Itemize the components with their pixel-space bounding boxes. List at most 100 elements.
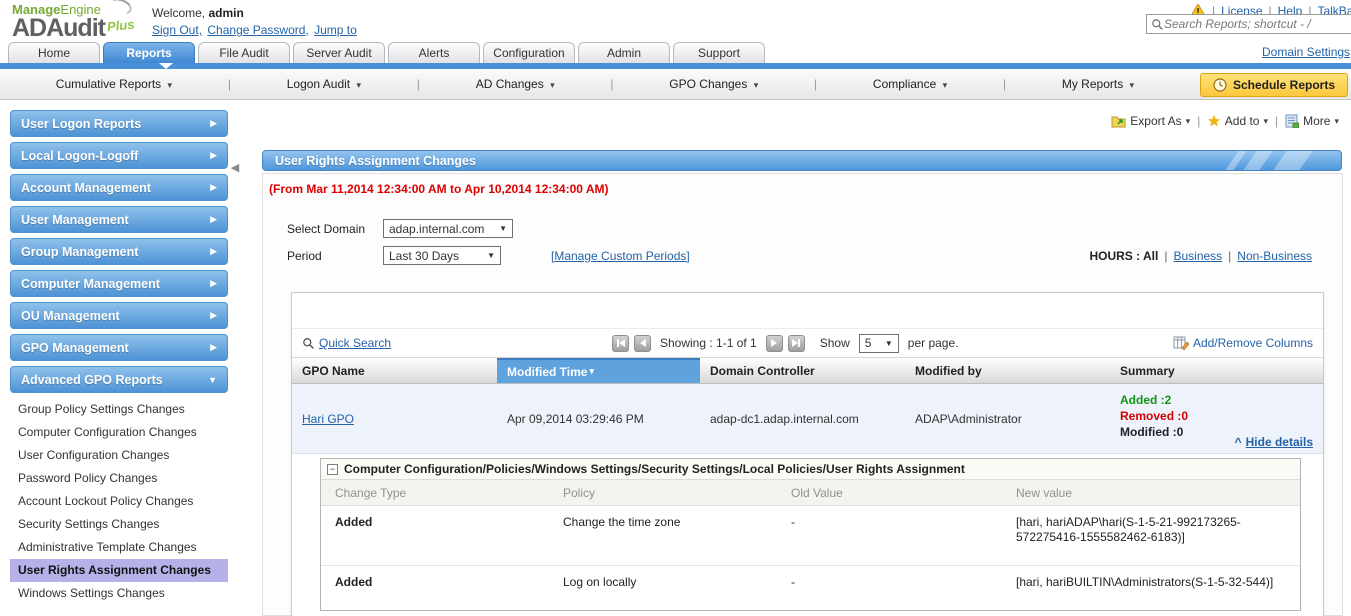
old-value: - — [791, 575, 795, 589]
advanced-gpo-reports-items: Group Policy Settings Changes Computer C… — [10, 398, 228, 605]
hours-non-business-link[interactable]: Non-Business — [1237, 249, 1312, 263]
domain-settings-link[interactable]: Domain Settings — [1262, 45, 1350, 59]
domain-select[interactable]: adap.internal.com ▼ — [383, 219, 513, 238]
star-icon: ★ — [1207, 113, 1221, 130]
gpo-name-link[interactable]: Hari GPO — [302, 412, 354, 426]
product-name: ADAudit — [12, 14, 106, 42]
collapse-minus-icon[interactable]: − — [327, 463, 338, 475]
sidebar-group-group-management[interactable]: Group Management ▶ — [10, 238, 228, 265]
brand-manage: Manage — [12, 2, 61, 17]
hide-details-link[interactable]: Hide details — [1246, 435, 1313, 449]
page-size-select[interactable]: 5 ▼ — [858, 333, 899, 353]
separator: | — [416, 77, 420, 91]
sidebar-item-user-rights-assignment-changes[interactable]: User Rights Assignment Changes — [10, 559, 228, 582]
select-arrow-icon: ▼ — [499, 224, 507, 233]
sidebar-item-security-settings-changes[interactable]: Security Settings Changes — [10, 513, 228, 536]
sidebar-group-advanced-gpo-reports[interactable]: Advanced GPO Reports ▼ — [10, 366, 228, 393]
select-arrow-icon: ▼ — [487, 251, 495, 260]
sidebar-item-windows-settings-changes[interactable]: Windows Settings Changes — [10, 582, 228, 605]
quick-search-link[interactable]: Quick Search — [319, 336, 391, 350]
period-label: Period — [287, 249, 322, 263]
chevron-down-icon: ▾ — [550, 80, 555, 90]
search-icon — [1152, 18, 1163, 30]
more-button[interactable]: More ▾ — [1285, 114, 1339, 128]
sidebar-item-password-policy-changes[interactable]: Password Policy Changes — [10, 467, 228, 490]
add-remove-columns-button[interactable]: Add/Remove Columns — [1173, 336, 1313, 350]
first-page-button[interactable] — [612, 334, 629, 352]
tab-configuration[interactable]: Configuration — [483, 42, 575, 63]
sidebar-group-ou-management[interactable]: OU Management ▶ — [10, 302, 228, 329]
summary-added: Added :2 — [1120, 393, 1172, 407]
sidebar-item-user-configuration-changes[interactable]: User Configuration Changes — [10, 444, 228, 467]
tab-support[interactable]: Support — [673, 42, 765, 63]
search-reports-input[interactable] — [1164, 17, 1344, 31]
hours-all-label: HOURS : All — [1089, 249, 1159, 263]
document-icon — [1285, 114, 1300, 128]
tab-server-audit[interactable]: Server Audit — [293, 42, 385, 63]
next-page-button[interactable] — [765, 334, 783, 352]
sort-descending-icon: ▾ — [589, 366, 594, 376]
arrow-down-icon: ▼ — [208, 374, 217, 385]
sidebar-group-computer-management[interactable]: Computer Management ▶ — [10, 270, 228, 297]
column-header-domain-controller[interactable]: Domain Controller — [700, 358, 905, 383]
tab-alerts[interactable]: Alerts — [388, 42, 480, 63]
report-content-panel: (From Mar 11,2014 12:34:00 AM to Apr 10,… — [262, 173, 1343, 616]
menu-logon-audit[interactable]: Logon Audit ▾ — [287, 77, 361, 91]
tab-home[interactable]: Home — [8, 42, 100, 63]
reports-menu-bar: Cumulative Reports ▾ | Logon Audit ▾ | A… — [0, 69, 1351, 100]
separator: | — [1228, 249, 1232, 263]
sidebar-group-user-management[interactable]: User Management ▶ — [10, 206, 228, 233]
tab-admin[interactable]: Admin — [578, 42, 670, 63]
report-grid-panel: Quick Search Showing : 1-1 of 1 Show 5 ▼ — [291, 292, 1324, 616]
sidebar-group-user-logon-reports[interactable]: User Logon Reports ▶ — [10, 110, 228, 137]
sidebar-group-account-management[interactable]: Account Management ▶ — [10, 174, 228, 201]
period-select[interactable]: Last 30 Days ▼ — [383, 246, 501, 265]
sidebar-group-gpo-management[interactable]: GPO Management ▶ — [10, 334, 228, 361]
details-row: Added Change the time zone - [hari, hari… — [321, 506, 1300, 566]
show-label: Show — [819, 336, 850, 350]
main-content: Export As ▾ | ★ Add to ▾ | More ▾ User R… — [260, 104, 1351, 616]
menu-compliance[interactable]: Compliance ▾ — [873, 77, 947, 91]
hours-filter: HOURS : All | Business | Non-Business — [1089, 249, 1312, 263]
chevron-down-icon: ▾ — [1129, 80, 1135, 90]
separator: | — [1197, 114, 1201, 128]
details-column-old-value: Old Value — [791, 485, 843, 500]
change-password-link[interactable]: Change Password, — [207, 23, 308, 37]
showing-label: Showing : 1-1 of 1 — [660, 336, 757, 350]
adaudit-plus-page: ManageEngine ADAuditPlus Welcome, admin … — [0, 0, 1351, 616]
column-header-modified-time[interactable]: Modified Time ▾ — [497, 358, 700, 383]
details-row: Added Log on locally - [hari, hariBUILTI… — [321, 566, 1300, 610]
tab-file-audit[interactable]: File Audit — [198, 42, 290, 63]
search-box — [1146, 14, 1351, 34]
jump-to-link[interactable]: Jump to — [314, 23, 357, 37]
sidebar-item-account-lockout-policy-changes[interactable]: Account Lockout Policy Changes — [10, 490, 228, 513]
sign-out-link[interactable]: Sign Out, — [152, 23, 202, 37]
manage-custom-periods-link[interactable]: [Manage Custom Periods] — [551, 249, 690, 263]
column-header-summary[interactable]: Summary — [1110, 358, 1323, 383]
column-header-gpo-name[interactable]: GPO Name — [292, 358, 497, 383]
menu-ad-changes[interactable]: AD Changes ▾ — [476, 77, 555, 91]
modified-time-value: Apr 09,2014 03:29:46 PM — [507, 412, 644, 426]
sidebar-collapse-handle[interactable]: ◀ — [229, 152, 241, 182]
last-page-button[interactable] — [787, 334, 805, 352]
hours-business-link[interactable]: Business — [1173, 249, 1222, 263]
menu-gpo-changes[interactable]: GPO Changes ▾ — [669, 77, 758, 91]
change-type-value: Added — [335, 515, 373, 529]
tab-reports[interactable]: Reports — [103, 42, 195, 63]
clock-icon — [1213, 78, 1227, 92]
report-actions-toolbar: Export As ▾ | ★ Add to ▾ | More ▾ — [1111, 112, 1339, 130]
sidebar-item-administrative-template-changes[interactable]: Administrative Template Changes — [10, 536, 228, 559]
previous-page-button[interactable] — [634, 334, 651, 352]
sidebar-item-group-policy-settings-changes[interactable]: Group Policy Settings Changes — [10, 398, 228, 421]
sidebar-group-local-logon-logoff[interactable]: Local Logon-Logoff ▶ — [10, 142, 228, 169]
separator: | — [1002, 77, 1007, 91]
schedule-reports-button[interactable]: Schedule Reports — [1199, 73, 1348, 97]
new-value: [hari, hariBUILTIN\Administrators(S-1-5-… — [1016, 575, 1274, 589]
menu-my-reports[interactable]: My Reports ▾ — [1062, 77, 1134, 91]
column-header-modified-by[interactable]: Modified by — [905, 358, 1110, 383]
export-as-button[interactable]: Export As ▾ — [1111, 114, 1190, 128]
chevron-down-icon: ▾ — [753, 80, 759, 90]
menu-cumulative-reports[interactable]: Cumulative Reports ▾ — [56, 77, 172, 91]
add-to-button[interactable]: ★ Add to ▾ — [1207, 112, 1268, 130]
sidebar-item-computer-configuration-changes[interactable]: Computer Configuration Changes — [10, 421, 228, 444]
